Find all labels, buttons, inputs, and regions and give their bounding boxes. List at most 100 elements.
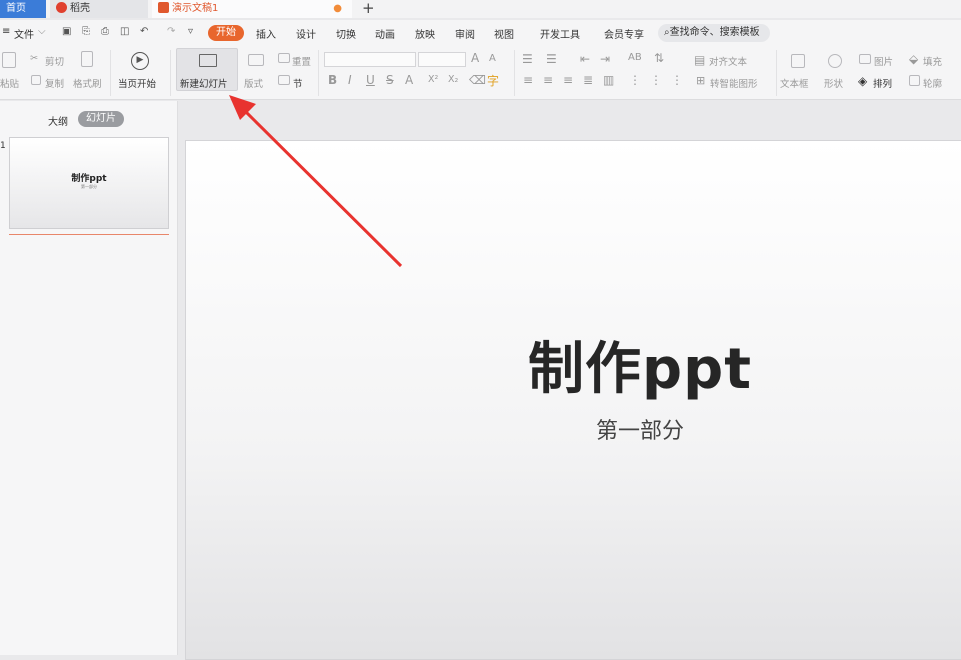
slide-canvas[interactable]: 制作ppt 第一部分 xyxy=(185,140,961,660)
print-preview-icon[interactable]: ◫ xyxy=(120,26,129,37)
font-size-combo[interactable] xyxy=(418,52,466,67)
section-icon[interactable] xyxy=(278,75,290,85)
bullets-icon[interactable]: ☰ xyxy=(522,52,533,66)
align-text-button[interactable]: 对齐文本 xyxy=(709,54,747,68)
format-painter-icon[interactable] xyxy=(81,51,93,67)
line-spacing-icon[interactable]: ⇅ xyxy=(654,51,664,65)
copy-button[interactable]: 复制 xyxy=(45,76,64,90)
paste-button[interactable]: 粘贴 xyxy=(0,76,19,90)
paragraph-settings-icon[interactable]: ⋮ xyxy=(671,73,683,87)
daoke-logo-icon xyxy=(56,2,67,13)
copy-icon[interactable] xyxy=(31,75,41,85)
reset-icon[interactable] xyxy=(278,53,290,63)
cut-button[interactable]: 剪切 xyxy=(45,54,64,68)
picture-button[interactable]: 图片 xyxy=(874,54,893,68)
fill-button[interactable]: 填充 xyxy=(923,54,942,68)
format-painter-button[interactable]: 格式刷 xyxy=(73,76,102,90)
arrange-icon[interactable]: ◈ xyxy=(858,74,867,88)
text-direction-icon[interactable]: AB xyxy=(628,52,642,63)
paste-icon[interactable] xyxy=(2,52,16,68)
shape-icon[interactable] xyxy=(828,54,842,68)
distribute-icon[interactable]: ▥ xyxy=(603,73,614,87)
redo-icon[interactable]: ↷ xyxy=(167,26,175,37)
slide-title[interactable]: 制作ppt xyxy=(186,324,961,405)
menu-tab-insert[interactable]: 插入 xyxy=(256,26,276,41)
justify-icon[interactable]: ≣ xyxy=(583,73,593,87)
font-name-combo[interactable] xyxy=(324,52,416,67)
section-button[interactable]: 节 xyxy=(293,76,303,90)
command-search-placeholder: 查找命令、搜索模板 xyxy=(669,27,760,38)
bold-button[interactable]: B xyxy=(328,73,337,87)
increase-indent-icon[interactable]: ⇥ xyxy=(600,52,610,66)
menu-tab-transitions[interactable]: 切换 xyxy=(336,26,356,41)
shape-button[interactable]: 形状 xyxy=(824,76,843,90)
strikethrough-button[interactable]: S xyxy=(386,73,394,87)
tab-document[interactable]: 演示文稿1 ● xyxy=(152,0,352,18)
layout-icon[interactable] xyxy=(248,54,264,66)
subscript-button[interactable]: X₂ xyxy=(448,74,458,85)
decrease-indent-icon[interactable]: ⇤ xyxy=(580,52,590,66)
window-tab-strip: 首页 稻壳 演示文稿1 ● + xyxy=(0,0,961,18)
tab-daoke-label: 稻壳 xyxy=(70,3,90,14)
paragraph-spacing-icon[interactable]: ⋮ xyxy=(650,73,662,87)
smartart-icon[interactable]: ⊞ xyxy=(696,74,705,87)
tab-home-label: 首页 xyxy=(6,3,26,14)
outline-icon[interactable] xyxy=(909,75,920,86)
menu-tab-design[interactable]: 设计 xyxy=(296,26,316,41)
file-menu[interactable]: 文件 xyxy=(14,26,34,41)
hamburger-icon[interactable]: ≡ xyxy=(2,26,10,37)
chevron-down-icon[interactable]: ⌵ xyxy=(38,26,46,37)
undo-icon[interactable]: ↶ xyxy=(140,26,148,37)
customize-quick-access-icon[interactable]: ▿ xyxy=(188,26,193,37)
underline-button[interactable]: U xyxy=(366,73,375,87)
from-current-slide-button[interactable]: 当页开始 xyxy=(118,76,156,90)
text-box-button[interactable]: 文本框 xyxy=(780,76,809,90)
arrange-button[interactable]: 排列 xyxy=(873,76,892,90)
menu-tab-developer[interactable]: 开发工具 xyxy=(540,26,580,41)
outline-button[interactable]: 轮廓 xyxy=(923,76,942,90)
print-icon[interactable]: ⎙ xyxy=(101,26,109,37)
tab-daoke[interactable]: 稻壳 xyxy=(50,0,148,18)
increase-font-button[interactable]: A xyxy=(471,51,479,65)
numbering-icon[interactable]: ☰ xyxy=(546,52,557,66)
menu-tab-animations[interactable]: 动画 xyxy=(375,26,395,41)
tab-outline[interactable]: 大纲 xyxy=(48,113,68,128)
tab-slides[interactable]: 幻灯片 xyxy=(78,111,124,127)
menu-bar: ≡ 文件 ⌵ ▣ ⎘ ⎙ ◫ ↶ ↷ ▿ 开始 插入 设计 切换 动画 放映 审… xyxy=(0,20,961,46)
menu-tab-start[interactable]: 开始 xyxy=(208,25,244,41)
decrease-font-button[interactable]: A xyxy=(489,53,496,64)
align-right-icon[interactable]: ≡ xyxy=(563,73,573,87)
slide-thumbnail[interactable]: 制作ppt 第一部分 xyxy=(9,137,169,229)
font-color-button[interactable]: A xyxy=(405,73,413,87)
picture-icon[interactable] xyxy=(859,54,871,64)
export-pdf-icon[interactable]: ⎘ xyxy=(82,26,90,37)
fill-icon[interactable]: ⬙ xyxy=(909,52,918,66)
menu-tab-member[interactable]: 会员专享 xyxy=(604,26,644,41)
scissors-icon[interactable]: ✂ xyxy=(30,53,38,64)
menu-tab-view[interactable]: 视图 xyxy=(494,26,514,41)
unsaved-indicator: ● xyxy=(333,3,342,14)
align-left-icon[interactable]: ≡ xyxy=(523,73,533,87)
highlight-icon[interactable]: 字 xyxy=(487,72,499,89)
align-text-icon[interactable]: ▤ xyxy=(694,53,705,67)
slide-subtitle[interactable]: 第一部分 xyxy=(186,413,961,445)
play-icon[interactable]: ▶ xyxy=(131,52,149,70)
superscript-button[interactable]: X² xyxy=(428,74,438,85)
reset-button[interactable]: 重置 xyxy=(292,54,311,68)
save-icon[interactable]: ▣ xyxy=(62,26,71,37)
align-center-icon[interactable]: ≡ xyxy=(543,73,553,87)
text-box-icon[interactable] xyxy=(791,54,805,68)
columns-icon[interactable]: ⋮ xyxy=(629,73,641,87)
command-search-box[interactable]: ⌕查找命令、搜索模板 xyxy=(658,24,770,42)
menu-tab-slideshow[interactable]: 放映 xyxy=(415,26,435,41)
clear-format-icon[interactable]: ⌫ xyxy=(469,73,486,87)
ribbon-toolbar: 粘贴 ✂ 剪切 复制 格式刷 ▶ 当页开始 新建幻灯片 版式 重置 节 A A … xyxy=(0,46,961,100)
new-tab-button[interactable]: + xyxy=(362,0,375,17)
tab-home[interactable]: 首页 xyxy=(0,0,46,18)
presentation-file-icon xyxy=(158,2,169,13)
italic-button[interactable]: I xyxy=(348,73,352,87)
convert-smartart-button[interactable]: 转智能图形 xyxy=(710,76,758,90)
new-slide-button[interactable]: 新建幻灯片 xyxy=(176,48,238,91)
layout-button[interactable]: 版式 xyxy=(244,76,263,90)
menu-tab-review[interactable]: 审阅 xyxy=(455,26,475,41)
